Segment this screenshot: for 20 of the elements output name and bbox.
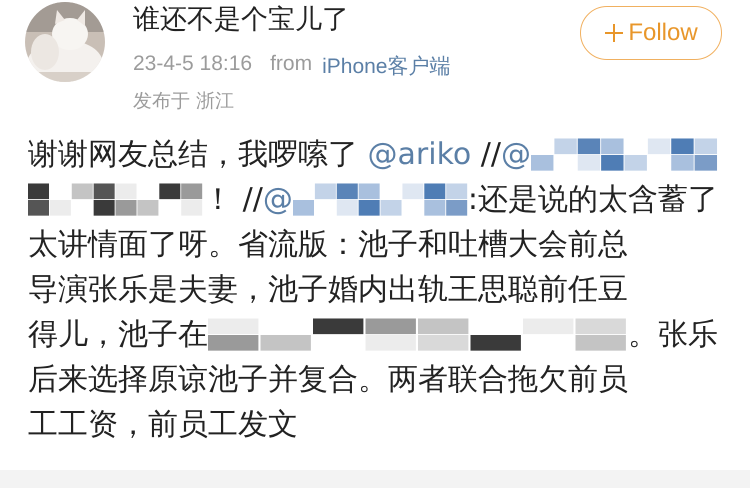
post-location: 发布于 浙江 bbox=[133, 89, 236, 114]
post-text: 导演张乐是夫妻，池子婚内出轨王思聪前任豆 bbox=[28, 271, 628, 309]
follow-button[interactable]: Follow bbox=[580, 6, 722, 60]
post-text: 工工资，前员工发文 bbox=[28, 406, 298, 444]
post-text: ！ // bbox=[203, 181, 263, 219]
post-text: 太讲情面了呀。省流版：池子和吐槽大会前总 bbox=[28, 226, 628, 264]
post-text: // bbox=[480, 136, 502, 174]
source-label: from bbox=[270, 52, 312, 77]
mention-link[interactable]: @ bbox=[501, 132, 532, 177]
source-link[interactable]: iPhone客户端 bbox=[322, 52, 450, 80]
plus-icon bbox=[604, 23, 624, 43]
post-time: 23-4-5 18:16 bbox=[133, 52, 252, 77]
post-text: 得儿，池子在 bbox=[28, 316, 208, 354]
post-text: 。张乐 bbox=[628, 316, 718, 354]
post-text: 谢谢网友总结，我啰嗦了 bbox=[28, 136, 359, 174]
post-text: 后来选择原谅池子并复合。两者联合拖欠前员 bbox=[28, 361, 628, 399]
author-name[interactable]: 谁还不是个宝儿了 bbox=[133, 2, 580, 38]
mention-link[interactable]: @ariko bbox=[368, 132, 472, 177]
mention-link[interactable]: @ bbox=[262, 177, 293, 222]
post-text: :还是说的太含蓄了 bbox=[468, 181, 718, 219]
